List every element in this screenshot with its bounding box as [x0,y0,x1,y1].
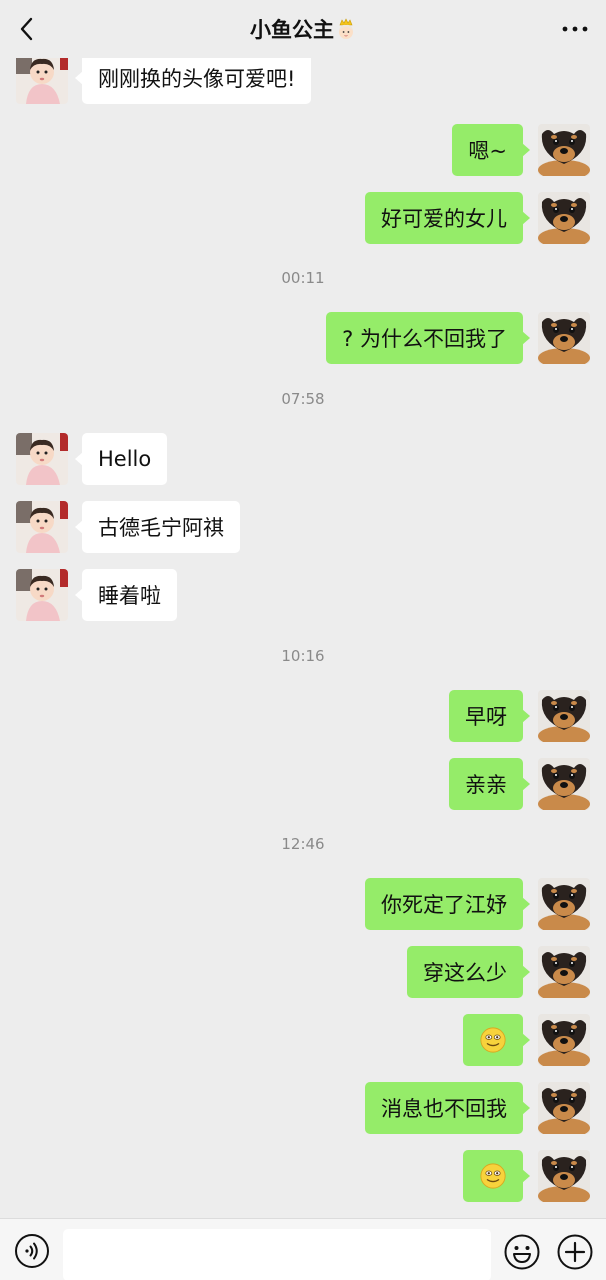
chat-header: 小鱼公主 [0,0,606,58]
message-input[interactable] [63,1229,491,1280]
chat-screen: 小鱼公主 刚刚换的头像可爱吧! 嗯~ 好可爱的女儿 00:11 ? 为什么不回我… [0,0,606,1280]
more-options-button[interactable] [558,14,592,44]
message-bubble[interactable]: 古德毛宁阿祺 [75,501,240,553]
ellipsis-icon [562,26,588,32]
dog-avatar[interactable] [538,758,590,810]
timestamp: 00:11 [281,269,325,287]
message-bubble[interactable]: Hello [74,433,168,485]
dog-avatar[interactable] [538,946,590,998]
message-bubble[interactable]: 你死定了江妤 [365,878,530,930]
dog-avatar[interactable] [538,1082,590,1134]
emoji-button[interactable] [503,1233,541,1271]
dog-avatar[interactable] [538,1014,590,1066]
emoji-icon [504,1234,540,1270]
princess-emoji-icon [339,18,353,39]
chat-title: 小鱼公主 [250,18,334,42]
plus-button[interactable] [556,1233,594,1271]
message-list[interactable]: 刚刚换的头像可爱吧! 嗯~ 好可爱的女儿 00:11 ? 为什么不回我了 07:… [0,58,606,1218]
voice-button[interactable] [14,1233,50,1269]
smile-emoji-icon [479,1026,507,1054]
back-button[interactable] [10,12,44,46]
timestamp: 12:46 [281,835,325,853]
message-bubble[interactable] [463,1014,530,1066]
message-bubble[interactable]: ? 为什么不回我了 [326,312,530,364]
timestamp: 10:16 [281,647,325,665]
girl-avatar[interactable] [16,58,68,104]
dog-avatar[interactable] [538,312,590,364]
input-bar [0,1218,606,1280]
message-bubble[interactable]: 睡着啦 [75,569,177,621]
message-bubble[interactable] [463,1150,530,1202]
dog-avatar[interactable] [538,124,590,176]
message-bubble[interactable]: 嗯~ [452,124,530,176]
message-bubble[interactable]: 消息也不回我 [365,1082,530,1134]
timestamp: 07:58 [281,390,325,408]
message-bubble[interactable]: 好可爱的女儿 [365,192,530,244]
message-bubble[interactable]: 穿这么少 [407,946,530,998]
voice-icon [15,1234,49,1268]
dog-avatar[interactable] [538,690,590,742]
dog-avatar[interactable] [538,1150,590,1202]
girl-avatar[interactable] [16,501,68,553]
chat-title-wrap: 小鱼公主 [250,14,356,44]
dog-avatar[interactable] [538,878,590,930]
girl-avatar[interactable] [16,569,68,621]
girl-avatar[interactable] [16,433,68,485]
message-bubble[interactable]: 刚刚换的头像可爱吧! [74,58,312,104]
chevron-left-icon [20,17,33,41]
dog-avatar[interactable] [538,192,590,244]
message-bubble[interactable]: 亲亲 [449,758,530,810]
message-bubble[interactable]: 早呀 [449,690,530,742]
smile-emoji-icon [479,1162,507,1190]
plus-circle-icon [557,1234,593,1270]
